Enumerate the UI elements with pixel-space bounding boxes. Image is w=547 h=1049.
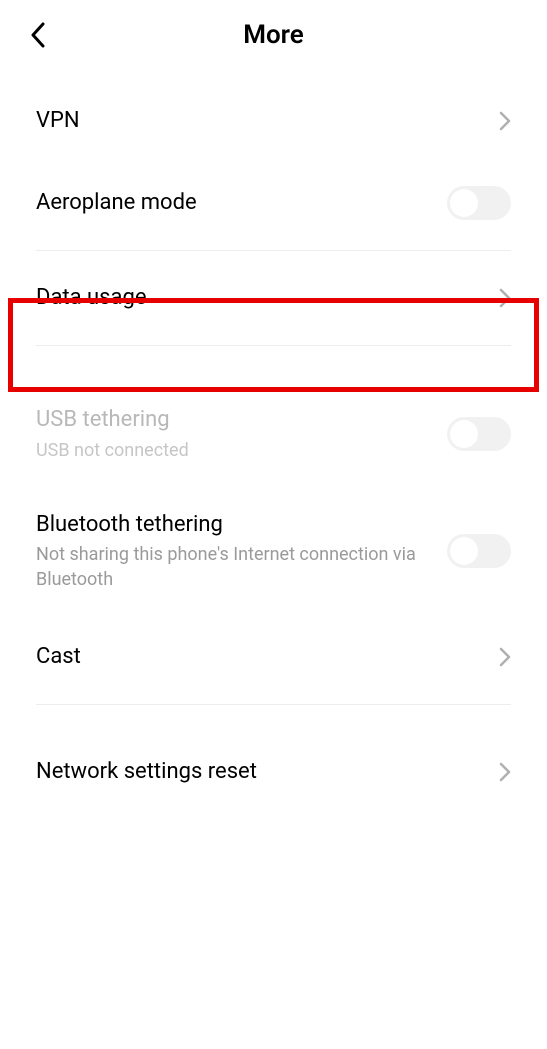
row-text: Bluetooth tethering Not sharing this pho… [36, 511, 447, 592]
chevron-right-icon [499, 288, 511, 308]
spacer [0, 352, 547, 382]
header: More [0, 0, 547, 70]
row-label: Aeroplane mode [36, 189, 427, 218]
row-cast[interactable]: Cast [0, 616, 547, 698]
row-label: USB tethering [36, 406, 427, 435]
page-title: More [28, 20, 519, 50]
toggle-knob [450, 420, 478, 448]
settings-list: VPN Aeroplane mode Data usage USB tether… [0, 70, 547, 823]
row-label: Cast [36, 643, 479, 672]
row-text: VPN [36, 107, 499, 136]
row-label: Bluetooth tethering [36, 511, 427, 540]
divider [36, 250, 511, 251]
row-sublabel: Not sharing this phone's Internet connec… [36, 543, 427, 592]
row-text: Data usage [36, 284, 499, 313]
row-aeroplane-mode[interactable]: Aeroplane mode [0, 162, 547, 244]
row-text: Cast [36, 643, 499, 672]
chevron-right-icon [499, 111, 511, 131]
chevron-right-icon [499, 647, 511, 667]
row-label: Data usage [36, 284, 479, 313]
chevron-right-icon [499, 762, 511, 782]
divider [36, 345, 511, 346]
back-button[interactable] [30, 22, 46, 52]
divider [36, 704, 511, 705]
row-bluetooth-tethering[interactable]: Bluetooth tethering Not sharing this pho… [0, 487, 547, 616]
toggle-knob [450, 537, 478, 565]
row-usb-tethering: USB tethering USB not connected [0, 382, 547, 487]
toggle-knob [450, 189, 478, 217]
row-text: USB tethering USB not connected [36, 406, 447, 463]
aeroplane-mode-toggle[interactable] [447, 186, 511, 220]
row-data-usage[interactable]: Data usage [0, 257, 547, 339]
chevron-left-icon [30, 22, 46, 48]
row-sublabel: USB not connected [36, 439, 427, 463]
row-label: VPN [36, 107, 479, 136]
bluetooth-tethering-toggle[interactable] [447, 534, 511, 568]
row-text: Network settings reset [36, 758, 499, 787]
usb-tethering-toggle [447, 417, 511, 451]
row-vpn[interactable]: VPN [0, 80, 547, 162]
spacer [0, 711, 547, 731]
row-label: Network settings reset [36, 758, 479, 787]
row-network-settings-reset[interactable]: Network settings reset [0, 731, 547, 813]
row-text: Aeroplane mode [36, 189, 447, 218]
